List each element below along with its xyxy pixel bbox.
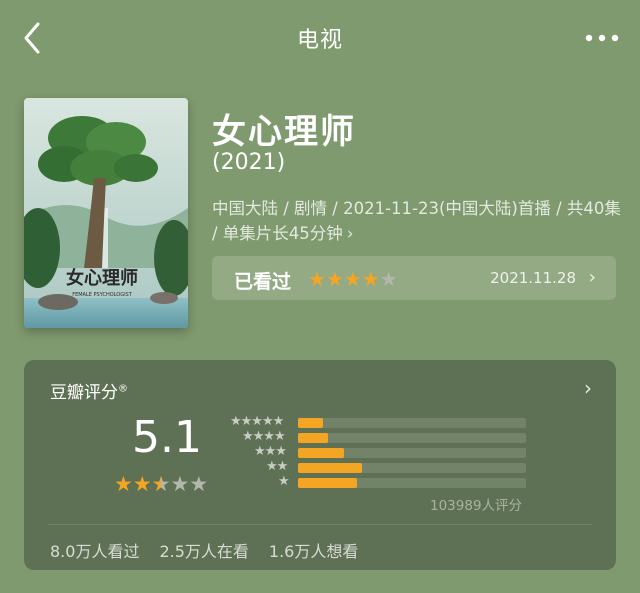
star-icon: ★ bbox=[361, 267, 380, 291]
distribution-row: ★★★★ bbox=[230, 429, 530, 445]
show-meta[interactable]: 中国大陆 / 剧情 / 2021-11-23(中国大陆)首播 / 共40集 / … bbox=[212, 196, 622, 246]
star-icon: ★ bbox=[379, 267, 398, 291]
distribution-track bbox=[298, 463, 526, 473]
audience-stat: 8.0万人看过 bbox=[50, 542, 140, 561]
nav-title: 电视 bbox=[296, 28, 343, 53]
star-icon: ★ bbox=[114, 472, 133, 496]
poster-image[interactable]: 女心理师 FEMALE PSYCHOLOGIST bbox=[24, 98, 188, 328]
distribution-stars-icon: ★★★★ bbox=[242, 429, 286, 444]
divider bbox=[48, 524, 592, 525]
rating-stars: ★★★★★ bbox=[114, 472, 208, 496]
registered-mark: ® bbox=[118, 383, 128, 395]
star-icon: ★ bbox=[170, 472, 190, 496]
distribution-bar bbox=[298, 418, 324, 428]
distribution-stars-icon: ★★★ bbox=[254, 444, 287, 459]
distribution-track bbox=[298, 433, 526, 443]
poster-tagline: FEMALE PSYCHOLOGIST bbox=[72, 292, 133, 298]
distribution-row: ★ bbox=[230, 474, 530, 490]
audience-stat: 1.6万人想看 bbox=[268, 542, 359, 561]
distribution-row: ★★ bbox=[230, 459, 530, 475]
audience-stat: 2.5万人在看 bbox=[159, 542, 249, 561]
rating-count: 103989人评分 bbox=[430, 498, 523, 514]
rating-title: 豆瓣评分® bbox=[50, 378, 128, 403]
star-icon: ★ bbox=[189, 472, 209, 496]
watched-label: 已看过 bbox=[234, 271, 292, 293]
distribution-bar bbox=[298, 448, 344, 458]
distribution-row: ★★★★★ bbox=[230, 414, 530, 430]
watched-status-bar[interactable]: 已看过 ★★★★★ 2021.11.28 › bbox=[212, 256, 616, 300]
distribution-row: ★★★ bbox=[230, 444, 530, 460]
star-icon: ★ bbox=[325, 267, 344, 291]
show-year: (2021) bbox=[212, 150, 286, 175]
star-icon: ★ bbox=[308, 267, 326, 291]
audience-stats: 8.0万人看过 2.5万人在看 1.6万人想看 bbox=[50, 538, 378, 562]
chevron-right-icon: › bbox=[346, 224, 354, 243]
distribution-track bbox=[298, 448, 526, 458]
chevron-right-icon[interactable]: › bbox=[584, 376, 592, 400]
douban-rating-card[interactable]: 豆瓣评分® › 5.1 ★★★★★ ★★★★★ ★★★★ ★★★ ★★ ★ 103989… bbox=[24, 360, 616, 570]
show-title: 女心理师 bbox=[212, 112, 356, 152]
show-meta-text: 中国大陆 / 剧情 / 2021-11-23(中国大陆)首播 / 共40集 / … bbox=[212, 199, 621, 243]
chevron-right-icon: › bbox=[588, 267, 596, 288]
distribution-stars-icon: ★ bbox=[278, 474, 290, 489]
half-star-icon: ★ bbox=[151, 472, 171, 496]
watched-date: 2021.11.28 bbox=[490, 269, 576, 287]
star-icon: ★ bbox=[132, 472, 152, 496]
star-icon: ★ bbox=[343, 267, 362, 291]
distribution-bar bbox=[298, 478, 358, 488]
rating-title-text: 豆瓣评分 bbox=[50, 383, 118, 403]
distribution-stars-icon: ★★ bbox=[266, 459, 288, 474]
rating-score: 5.1 bbox=[132, 412, 202, 463]
distribution-bar bbox=[298, 463, 362, 473]
distribution-track bbox=[298, 478, 526, 488]
distribution-track bbox=[298, 418, 526, 428]
user-rating-stars: ★★★★★ bbox=[308, 267, 398, 291]
distribution-bar bbox=[298, 433, 328, 443]
more-dots-icon[interactable] bbox=[582, 26, 622, 50]
distribution-stars-icon: ★★★★★ bbox=[230, 414, 284, 429]
poster-title: 女心理师 bbox=[66, 267, 138, 289]
